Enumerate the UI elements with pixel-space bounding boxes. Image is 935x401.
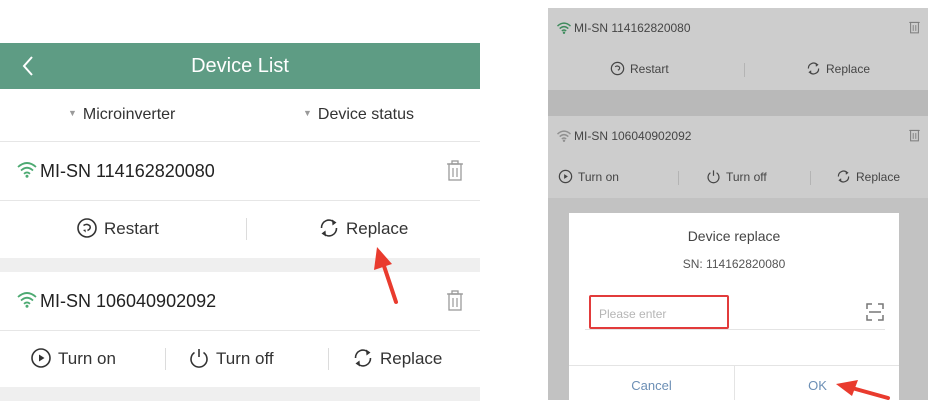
replace-label: Replace <box>346 219 409 238</box>
wifi-icon <box>16 160 38 178</box>
sn-input[interactable]: Please enter <box>589 295 729 329</box>
refresh-icon <box>352 347 374 369</box>
annotation-arrow-icon <box>832 380 892 400</box>
divider <box>246 218 247 240</box>
divider <box>165 348 166 370</box>
restart-icon <box>76 217 98 239</box>
cancel-button[interactable]: Cancel <box>569 366 734 400</box>
replace-dialog-screen: MI-SN 114162820080 Restart Replace MI-SN… <box>548 8 928 400</box>
wifi-icon <box>16 290 38 308</box>
filter-label: Microinverter <box>82 106 176 124</box>
turn-off-button[interactable]: Turn off <box>188 331 274 387</box>
back-chevron-icon[interactable] <box>18 51 38 81</box>
device-serial: MI-SN 106040902092 <box>40 291 217 311</box>
annotation-arrow-icon <box>360 244 410 306</box>
restart-button[interactable]: Restart <box>76 201 159 257</box>
refresh-icon <box>318 217 340 239</box>
section-gap <box>0 387 480 401</box>
dropdown-triangle-icon: ▼ <box>303 108 312 118</box>
filter-bar: ▼ Microinverter ▼ Device status <box>0 89 480 142</box>
trash-icon[interactable] <box>445 289 465 313</box>
power-icon <box>188 347 210 369</box>
dropdown-triangle-icon: ▼ <box>68 108 77 118</box>
sn-input-row: Please enter <box>585 295 885 330</box>
divider <box>328 348 329 370</box>
turn-on-button[interactable]: Turn on <box>30 331 116 387</box>
device-list-screen: Device List ▼ Microinverter ▼ Device statu… <box>0 0 480 401</box>
dialog-title: Device replace <box>687 228 781 244</box>
restart-label: Restart <box>104 219 159 238</box>
page-title: Device List <box>191 55 289 77</box>
filter-microinverter[interactable]: ▼ Microinverter <box>68 89 175 141</box>
device-actions: Turn on Turn off Replace <box>0 331 480 387</box>
trash-icon[interactable] <box>445 159 465 183</box>
device-row[interactable]: MI-SN 114162820080 <box>0 142 480 201</box>
filter-label: Device status <box>317 106 414 124</box>
scan-icon[interactable] <box>865 302 885 322</box>
app-header: Device List <box>0 43 480 89</box>
device-replace-dialog: Device replace SN: 114162820080 Please e… <box>569 213 899 400</box>
play-circle-icon <box>30 347 52 369</box>
turn-off-label: Turn off <box>216 349 274 368</box>
replace-label: Replace <box>380 349 443 368</box>
device-serial: MI-SN 114162820080 <box>40 161 215 181</box>
dialog-serial: SN: 114162820080 <box>682 257 786 271</box>
turn-on-label: Turn on <box>58 349 116 368</box>
replace-button[interactable]: Replace <box>352 331 442 387</box>
filter-device-status[interactable]: ▼ Device status <box>303 89 414 141</box>
